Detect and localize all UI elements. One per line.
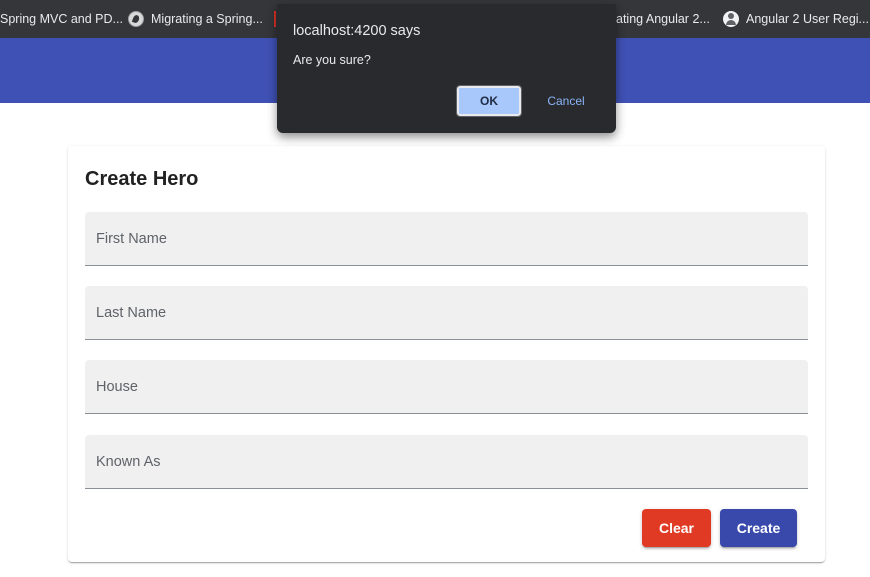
cancel-button[interactable]: Cancel <box>535 86 597 116</box>
clear-button[interactable]: Clear <box>642 509 711 547</box>
known-as-field[interactable] <box>85 435 808 489</box>
confirm-dialog: localhost:4200 says Are you sure? OK Can… <box>277 4 616 133</box>
bookmark-spring-mvc[interactable]: Spring MVC and PD... <box>0 0 123 38</box>
bookmark-label: Angular 2 User Regi... <box>746 12 869 26</box>
dialog-message: Are you sure? <box>293 53 371 67</box>
dialog-title: localhost:4200 says <box>293 23 421 39</box>
bookmark-label: Spring MVC and PD... <box>0 12 123 26</box>
first-name-input[interactable] <box>85 212 808 265</box>
first-name-field[interactable] <box>85 212 808 266</box>
house-field[interactable] <box>85 360 808 414</box>
spring-icon <box>128 11 144 27</box>
form-title: Create Hero <box>85 168 199 190</box>
last-name-field[interactable] <box>85 286 808 340</box>
last-name-input[interactable] <box>85 286 808 339</box>
house-input[interactable] <box>85 360 808 413</box>
create-button[interactable]: Create <box>720 509 797 547</box>
user-icon <box>723 11 739 27</box>
bookmark-migrating-spring[interactable]: Migrating a Spring... <box>128 0 263 38</box>
bookmark-label: ating Angular 2... <box>616 12 710 26</box>
create-hero-card: Create Hero Clear Create <box>68 146 825 562</box>
bookmark-angular-user-registration[interactable]: Angular 2 User Regi... <box>723 0 869 38</box>
bookmark-icon <box>274 11 276 27</box>
bookmark-angular-2[interactable]: ating Angular 2... <box>616 0 710 38</box>
known-as-input[interactable] <box>85 435 808 488</box>
ok-button[interactable]: OK <box>456 85 522 117</box>
bookmark-label: Migrating a Spring... <box>151 12 263 26</box>
